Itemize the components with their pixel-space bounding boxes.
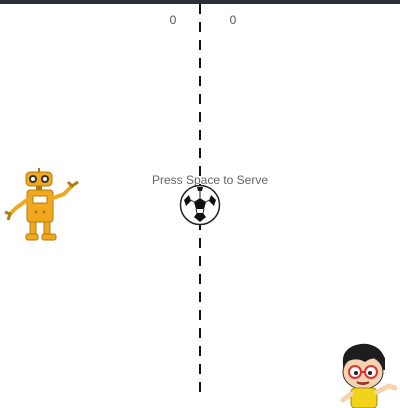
left-score: 0 — [169, 13, 177, 27]
kid-icon — [340, 343, 397, 408]
robot-icon — [4, 168, 79, 241]
right-score: 0 — [229, 13, 237, 27]
soccer-ball-icon — [179, 184, 221, 226]
game-canvas[interactable]: 0 0 Press Space to Serve — [0, 4, 400, 408]
